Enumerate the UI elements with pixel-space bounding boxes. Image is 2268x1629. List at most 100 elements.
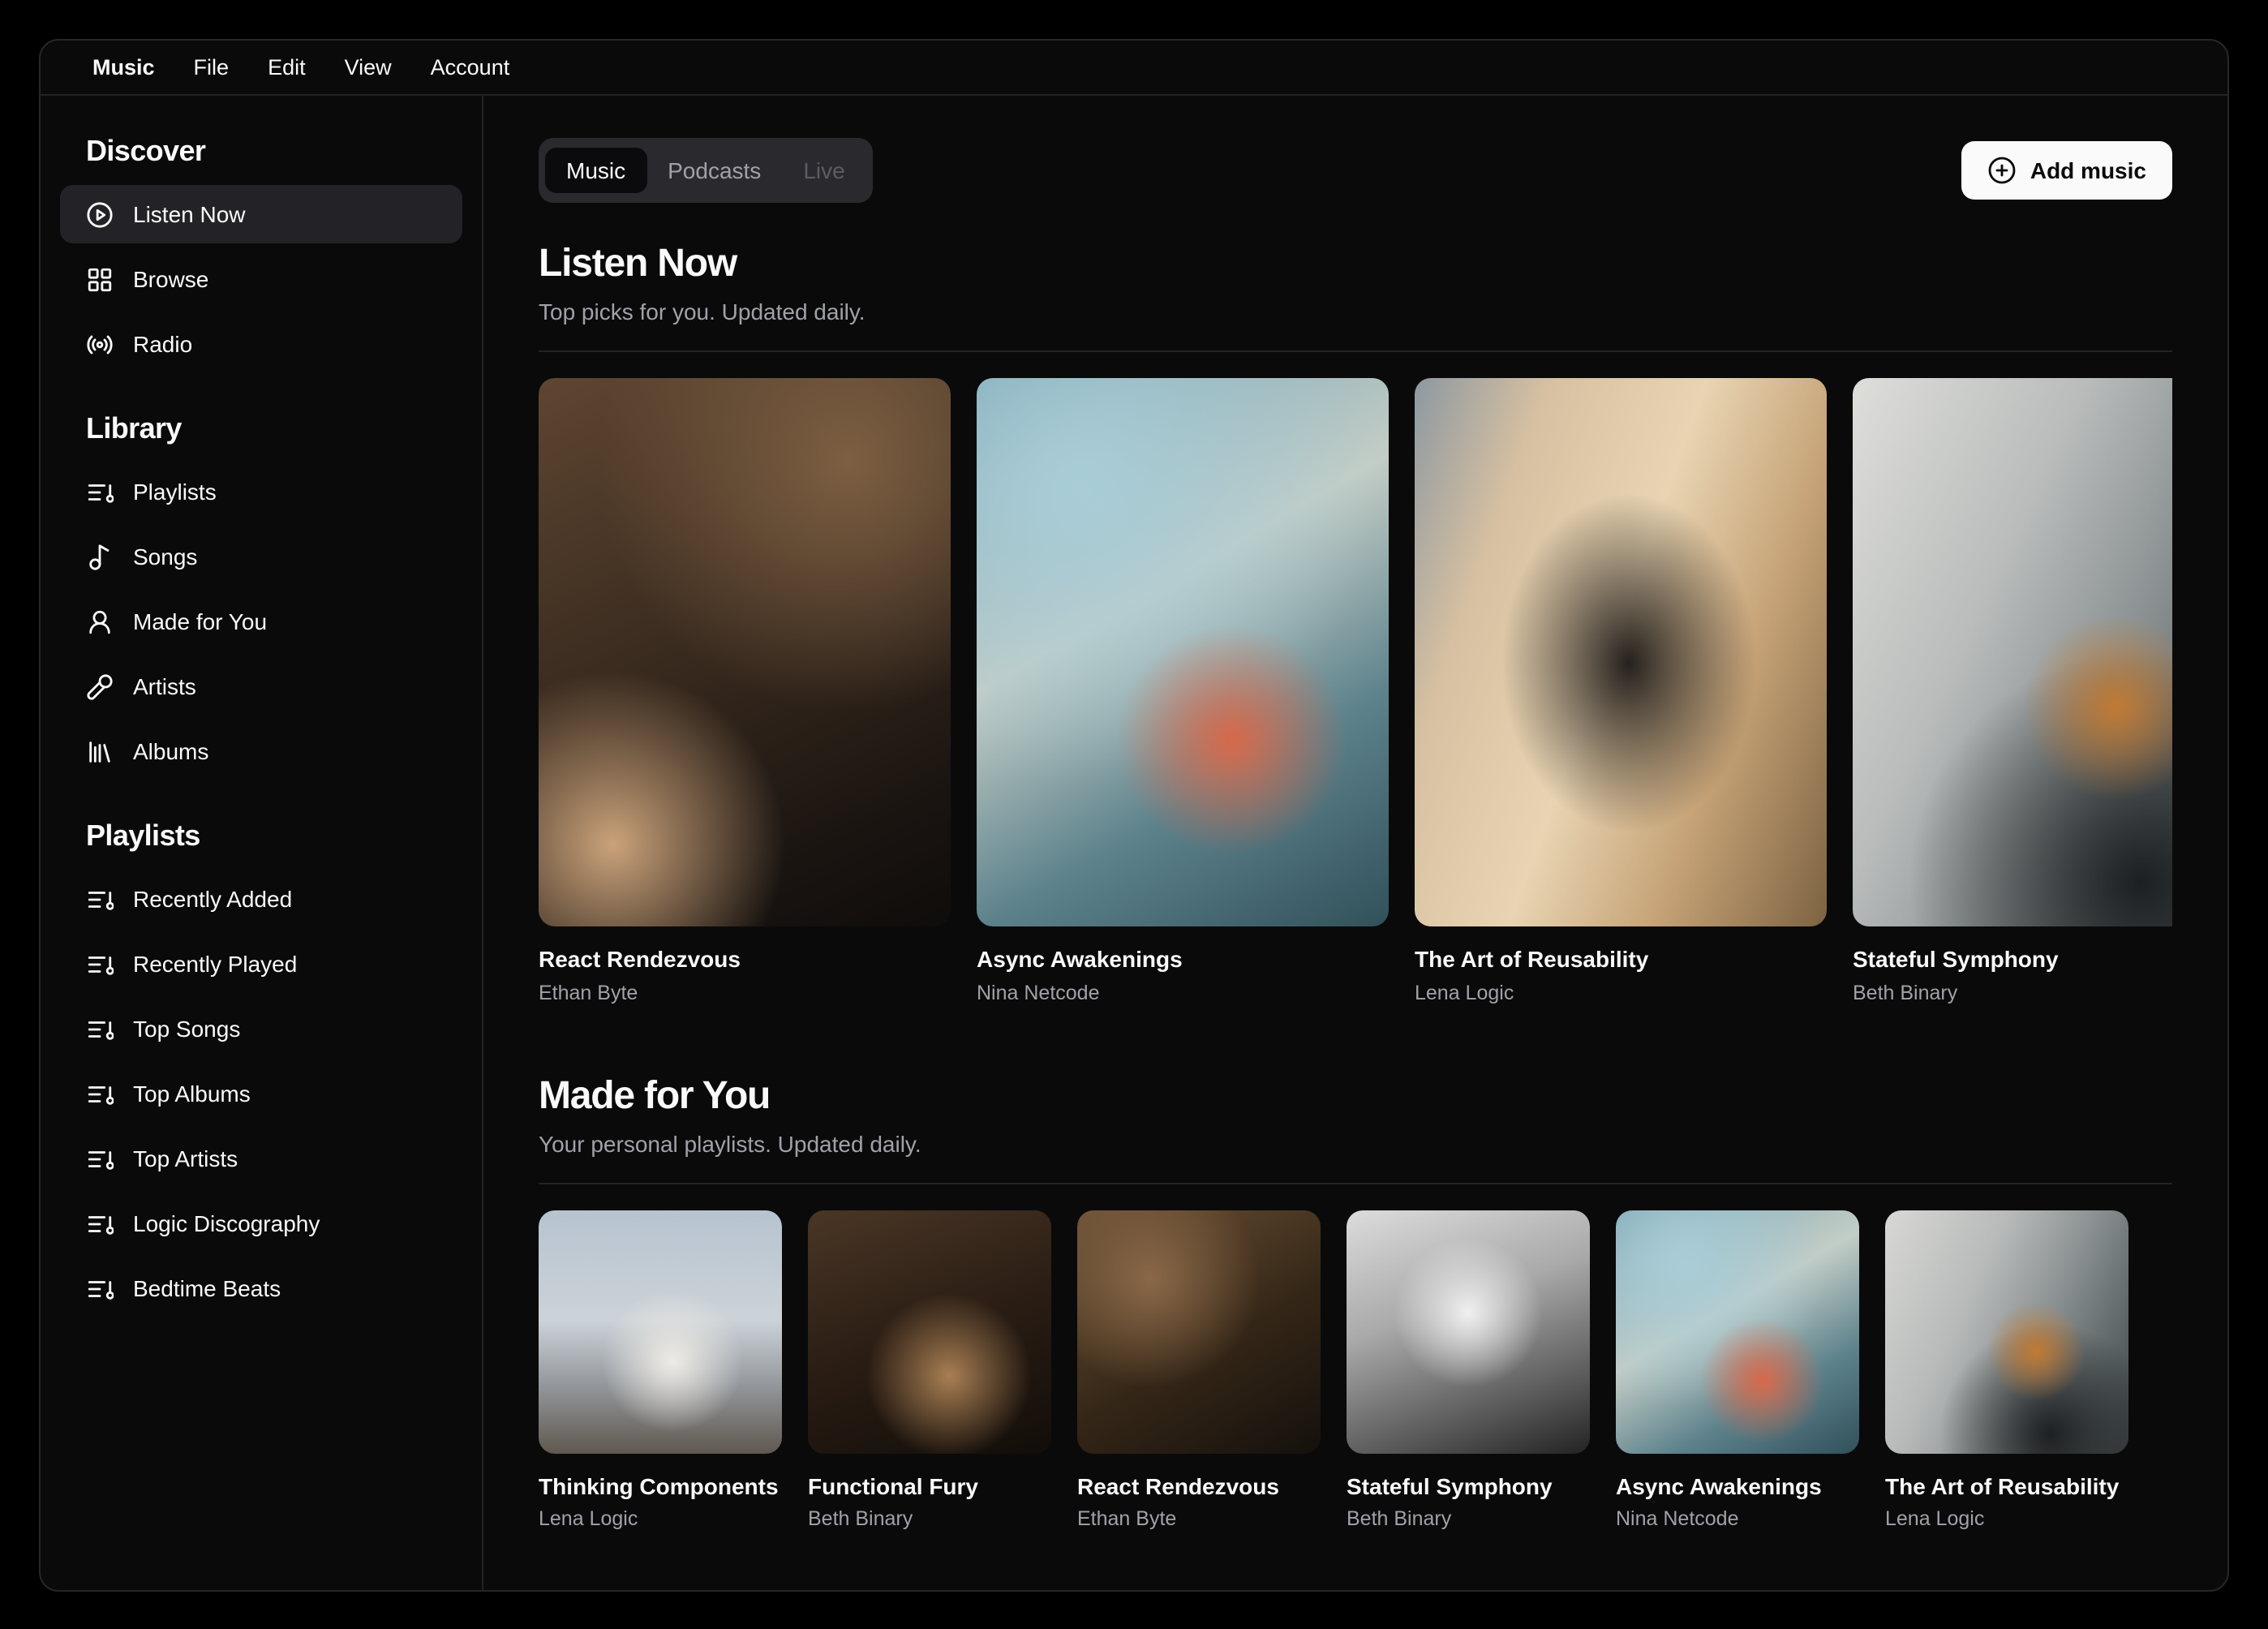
sidebar-item-recently-added[interactable]: Recently Added [60, 870, 462, 928]
list-music-icon [88, 1280, 114, 1299]
playlist-title: React Rendezvous [1077, 1472, 1279, 1498]
main-header-row: Music Podcasts Live Add music [539, 138, 2172, 203]
menu-item-file[interactable]: File [174, 49, 249, 86]
album-card-art-of-reusability[interactable]: The Art of Reusability Lena Logic [1415, 378, 1827, 1005]
playlist-title: Stateful Symphony [1347, 1472, 1553, 1498]
list-music-icon [88, 1085, 114, 1104]
sidebar-item-listen-now[interactable]: Listen Now [60, 185, 462, 243]
list-music-icon [88, 956, 114, 974]
playlist-artist: Beth Binary [1347, 1507, 1452, 1530]
sidebar-item-label: Listen Now [133, 201, 246, 227]
sidebar-item-label: Made for You [133, 608, 268, 634]
sidebar-item-artists[interactable]: Artists [60, 657, 462, 716]
album-title: Async Awakenings [977, 946, 1183, 972]
playlist-artist: Lena Logic [1885, 1507, 1985, 1530]
album-artist: Ethan Byte [539, 981, 638, 1004]
album-title: Stateful Symphony [1853, 946, 2059, 972]
sidebar-item-top-albums[interactable]: Top Albums [60, 1064, 462, 1123]
sidebar-item-label: Browse [133, 266, 209, 292]
layout-grid-icon [88, 267, 112, 291]
playlist-artist: Ethan Byte [1077, 1507, 1177, 1530]
playlist-card-async-awakenings[interactable]: Async Awakenings Nina Netcode [1616, 1210, 1859, 1532]
sidebar-item-made-for-you[interactable]: Made for You [60, 592, 462, 651]
playlist-card-react-rendezvous[interactable]: React Rendezvous Ethan Byte [1077, 1210, 1321, 1532]
sidebar-item-label: Songs [133, 544, 198, 570]
made-for-you-row: Thinking Components Lena Logic Functiona… [539, 1210, 2172, 1532]
add-music-label: Add music [2030, 157, 2146, 183]
album-card-stateful-symphony[interactable]: Stateful Symphony Beth Binary [1853, 378, 2172, 1005]
playlist-art [808, 1210, 1051, 1453]
user-icon [89, 609, 110, 634]
play-circle-icon [87, 201, 113, 227]
sidebar-item-playlists[interactable]: Playlists [60, 462, 462, 521]
album-art [539, 378, 951, 926]
album-title: React Rendezvous [539, 946, 741, 972]
library-icon [89, 741, 110, 762]
sidebar-item-radio[interactable]: Radio [60, 315, 462, 373]
sidebar-item-songs[interactable]: Songs [60, 527, 462, 586]
tab-music[interactable]: Music [545, 148, 647, 193]
tab-live: Live [803, 157, 845, 183]
sidebar-item-albums[interactable]: Albums [60, 722, 462, 780]
list-music-icon [88, 1021, 114, 1039]
sidebar-heading-playlists: Playlists [86, 819, 200, 852]
section-subtitle-listen-now: Top picks for you. Updated daily. [539, 299, 866, 325]
sidebar-item-label: Albums [133, 738, 209, 764]
menu-item-edit[interactable]: Edit [248, 49, 325, 86]
playlist-art [1616, 1210, 1859, 1453]
section-title-listen-now: Listen Now [539, 242, 737, 286]
playlist-card-thinking-components[interactable]: Thinking Components Lena Logic [539, 1210, 782, 1532]
playlist-art [539, 1210, 782, 1453]
album-title: The Art of Reusability [1415, 946, 1649, 972]
separator [539, 1182, 2172, 1184]
list-music-icon [88, 1150, 114, 1169]
music-app-window: Music File Edit View Account Discover Li… [0, 0, 2268, 1629]
sidebar-item-top-artists[interactable]: Top Artists [60, 1129, 462, 1188]
list-music-icon [88, 1215, 114, 1234]
section-subtitle-made-for-you: Your personal playlists. Updated daily. [539, 1130, 921, 1156]
plus-circle-icon [1989, 157, 2017, 184]
playlist-card-stateful-symphony[interactable]: Stateful Symphony Beth Binary [1347, 1210, 1590, 1532]
media-type-tabs: Music Podcasts Live [539, 138, 873, 203]
playlist-art [1347, 1210, 1590, 1453]
radio-icon [87, 334, 113, 354]
sidebar-section-library: Library Playlists Songs Made for You Art… [41, 389, 482, 797]
listen-now-header: Listen Now Top picks for you. Updated da… [539, 242, 2172, 325]
menu-item-music[interactable]: Music [76, 49, 174, 86]
menubar: Music File Edit View Account [41, 41, 2227, 96]
album-artist: Nina Netcode [977, 981, 1100, 1004]
playlist-card-functional-fury[interactable]: Functional Fury Beth Binary [808, 1210, 1051, 1532]
music-note-icon [89, 544, 110, 570]
listen-now-row: React Rendezvous Ethan Byte Async Awaken… [539, 378, 2172, 1005]
album-art [1415, 378, 1827, 926]
album-art [1853, 378, 2172, 926]
list-music-icon [88, 891, 114, 909]
album-art [977, 378, 1389, 926]
sidebar-item-bedtime-beats[interactable]: Bedtime Beats [60, 1259, 462, 1317]
playlist-title: Thinking Components [539, 1472, 779, 1498]
sidebar-item-logic-discography[interactable]: Logic Discography [60, 1194, 462, 1253]
playlist-artist: Lena Logic [539, 1507, 638, 1530]
album-card-async-awakenings[interactable]: Async Awakenings Nina Netcode [977, 378, 1389, 1005]
sidebar-item-label: Recently Added [133, 886, 293, 912]
sidebar-item-recently-played[interactable]: Recently Played [60, 935, 462, 993]
sidebar-item-top-songs[interactable]: Top Songs [60, 999, 462, 1058]
sidebar: Discover Listen Now Browse Radio Library… [41, 96, 483, 1590]
playlist-title: Functional Fury [808, 1472, 978, 1498]
menu-item-account[interactable]: Account [411, 49, 530, 86]
sidebar-item-label: Recently Played [133, 951, 298, 977]
sidebar-section-playlists: Playlists Recently Added Recently Played… [41, 797, 482, 1334]
sidebar-item-browse[interactable]: Browse [60, 250, 462, 308]
list-music-icon [88, 484, 114, 502]
sidebar-item-label: Bedtime Beats [133, 1275, 281, 1301]
sidebar-item-label: Radio [133, 331, 193, 357]
add-music-button[interactable]: Add music [1961, 141, 2172, 200]
sidebar-item-label: Top Artists [133, 1145, 238, 1171]
sidebar-item-label: Top Albums [133, 1081, 251, 1107]
tab-podcasts[interactable]: Podcasts [646, 148, 782, 193]
microphone-icon [87, 673, 113, 699]
album-card-react-rendezvous[interactable]: React Rendezvous Ethan Byte [539, 378, 951, 1005]
sidebar-section-discover: Discover Listen Now Browse Radio [41, 112, 482, 389]
playlist-card-art-of-reusability[interactable]: The Art of Reusability Lena Logic [1885, 1210, 2128, 1532]
menu-item-view[interactable]: View [325, 49, 411, 86]
